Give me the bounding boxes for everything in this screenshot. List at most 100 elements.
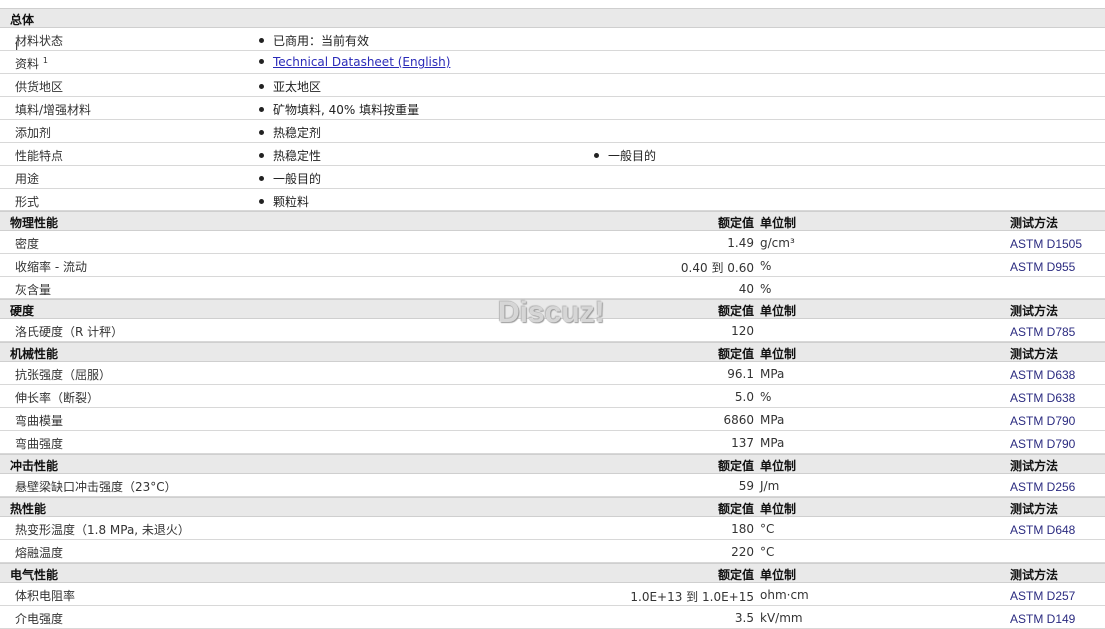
table-row: 抗张强度（屈服） 96.1 MPa ASTM D638 (0, 362, 1105, 385)
table-row: 用途 一般目的 (0, 166, 1105, 189)
table-row: 弯曲强度 137 MPa ASTM D790 (0, 431, 1105, 454)
column-header-method: 测试方法 (1010, 502, 1059, 516)
property-value: 220 (731, 545, 754, 559)
row-label: 性能特点 (15, 149, 64, 163)
property-unit: % (760, 282, 772, 296)
property-unit: % (760, 390, 772, 404)
row-label: 填料/增强材料 (15, 103, 92, 117)
test-method: ASTM D785 (1010, 325, 1076, 339)
row-label: 形式 (15, 195, 40, 209)
table-row: 供货地区 亚太地区 (0, 74, 1105, 97)
column-header-method: 测试方法 (1010, 216, 1059, 230)
column-header-value: 额定值 (717, 502, 754, 516)
table-row: 资料 1 Technical Datasheet (English) (0, 51, 1105, 74)
property-label: 熔融温度 (15, 546, 64, 560)
section-header-electrical: 电气性能 额定值 单位制 测试方法 (0, 563, 1105, 583)
property-unit: % (760, 259, 772, 273)
property-label: 悬壁梁缺口冲击强度（23°C） (15, 480, 177, 494)
list-item: 已商用：当前有效 (259, 32, 369, 49)
property-label: 洛氏硬度（R 计秤） (15, 325, 124, 339)
property-value: 1.0E+13 到 1.0E+15 (630, 590, 754, 604)
row-label: 供货地区 (15, 80, 64, 94)
test-method: ASTM D256 (1010, 480, 1076, 494)
section-title: 冲击性能 (10, 459, 59, 473)
table-row: 介电强度 3.5 kV/mm ASTM D149 (0, 606, 1105, 629)
table-row: 热变形温度（1.8 MPa, 未退火） 180 °C ASTM D648 (0, 517, 1105, 540)
test-method: ASTM D638 (1010, 368, 1076, 382)
property-value: 96.1 (727, 367, 754, 381)
table-row: 伸长率（断裂） 5.0 % ASTM D638 (0, 385, 1105, 408)
bullet-icon (259, 153, 264, 158)
column-header-value: 额定值 (717, 568, 754, 582)
datasheet-table: 总体 材料状态 已商用：当前有效 资料 1 Technical Datashee… (0, 8, 1105, 629)
table-row: 悬壁梁缺口冲击强度（23°C） 59 J/m ASTM D256 (0, 474, 1105, 497)
bullet-icon (259, 130, 264, 135)
property-unit: MPa (760, 436, 785, 450)
test-method: ASTM D1505 (1010, 237, 1083, 251)
column-header-unit: 单位制 (760, 304, 797, 318)
section-title: 硬度 (10, 304, 35, 318)
column-header-unit: 单位制 (760, 459, 797, 473)
list-item: 亚太地区 (259, 78, 321, 95)
section-title: 电气性能 (10, 568, 59, 582)
test-method: ASTM D648 (1010, 523, 1076, 537)
table-row: 密度 1.49 g/cm³ ASTM D1505 (0, 231, 1105, 254)
section-header-physical: 物理性能 额定值 单位制 测试方法 (0, 211, 1105, 231)
property-value: 137 (731, 436, 754, 450)
table-row: 收缩率 - 流动 0.40 到 0.60 % ASTM D955 (0, 254, 1105, 277)
column-header-unit: 单位制 (760, 347, 797, 361)
property-label: 收缩率 - 流动 (15, 260, 87, 274)
property-unit: MPa (760, 367, 785, 381)
section-header-general: 总体 (0, 8, 1105, 28)
bullet-icon (594, 153, 599, 158)
list-item: 一般目的 (259, 170, 321, 187)
datasheet-link[interactable]: Technical Datasheet (English) (273, 55, 450, 69)
column-header-method: 测试方法 (1010, 459, 1059, 473)
column-header-value: 额定值 (717, 216, 754, 230)
property-unit: °C (760, 522, 775, 536)
property-value: 1.49 (727, 236, 754, 250)
column-header-value: 额定值 (717, 304, 754, 318)
section-header-hardness: 硬度 额定值 单位制 测试方法 (0, 299, 1105, 319)
column-header-method: 测试方法 (1010, 568, 1059, 582)
property-unit: MPa (760, 413, 785, 427)
table-row: 添加剂 热稳定剂 (0, 120, 1105, 143)
property-value: 5.0 (734, 390, 754, 404)
property-label: 抗张强度（屈服） (15, 368, 112, 382)
property-unit: ohm·cm (760, 588, 809, 602)
column-header-unit: 单位制 (760, 216, 797, 230)
table-row: 灰含量 40 % (0, 277, 1105, 299)
property-value: 120 (731, 324, 754, 338)
property-value: 6860 (723, 413, 754, 427)
bullet-icon (259, 176, 264, 181)
list-item: 颗粒料 (259, 193, 309, 210)
property-value: 0.40 到 0.60 (680, 261, 754, 275)
test-method: ASTM D790 (1010, 414, 1076, 428)
test-method: ASTM D955 (1010, 260, 1076, 274)
section-header-thermal: 热性能 额定值 单位制 测试方法 (0, 497, 1105, 517)
property-label: 介电强度 (15, 612, 64, 626)
table-row: 洛氏硬度（R 计秤） 120 ASTM D785 (0, 319, 1105, 342)
property-value: 59 (738, 479, 754, 493)
property-label: 灰含量 (15, 283, 52, 297)
list-item: 热稳定剂 (259, 124, 321, 141)
section-title: 热性能 (10, 502, 47, 516)
property-label: 热变形温度（1.8 MPa, 未退火） (15, 523, 190, 537)
property-value: 180 (731, 522, 754, 536)
property-value: 3.5 (734, 611, 754, 625)
section-title: 物理性能 (10, 216, 59, 230)
bullet-icon (259, 84, 264, 89)
section-header-mechanical: 机械性能 额定值 单位制 测试方法 (0, 342, 1105, 362)
section-title: 总体 (10, 13, 35, 27)
bullet-icon (259, 59, 264, 64)
row-label: 用途 (15, 172, 40, 186)
property-unit: J/m (760, 479, 780, 493)
table-row: 性能特点 热稳定性 一般目的 (0, 143, 1105, 166)
column-header-method: 测试方法 (1010, 304, 1059, 318)
section-title: 机械性能 (10, 347, 59, 361)
property-label: 体积电阻率 (15, 589, 76, 603)
property-label: 伸长率（断裂） (15, 391, 100, 405)
property-unit: g/cm³ (760, 236, 795, 250)
section-header-impact: 冲击性能 额定值 单位制 测试方法 (0, 454, 1105, 474)
property-label: 弯曲强度 (15, 437, 64, 451)
